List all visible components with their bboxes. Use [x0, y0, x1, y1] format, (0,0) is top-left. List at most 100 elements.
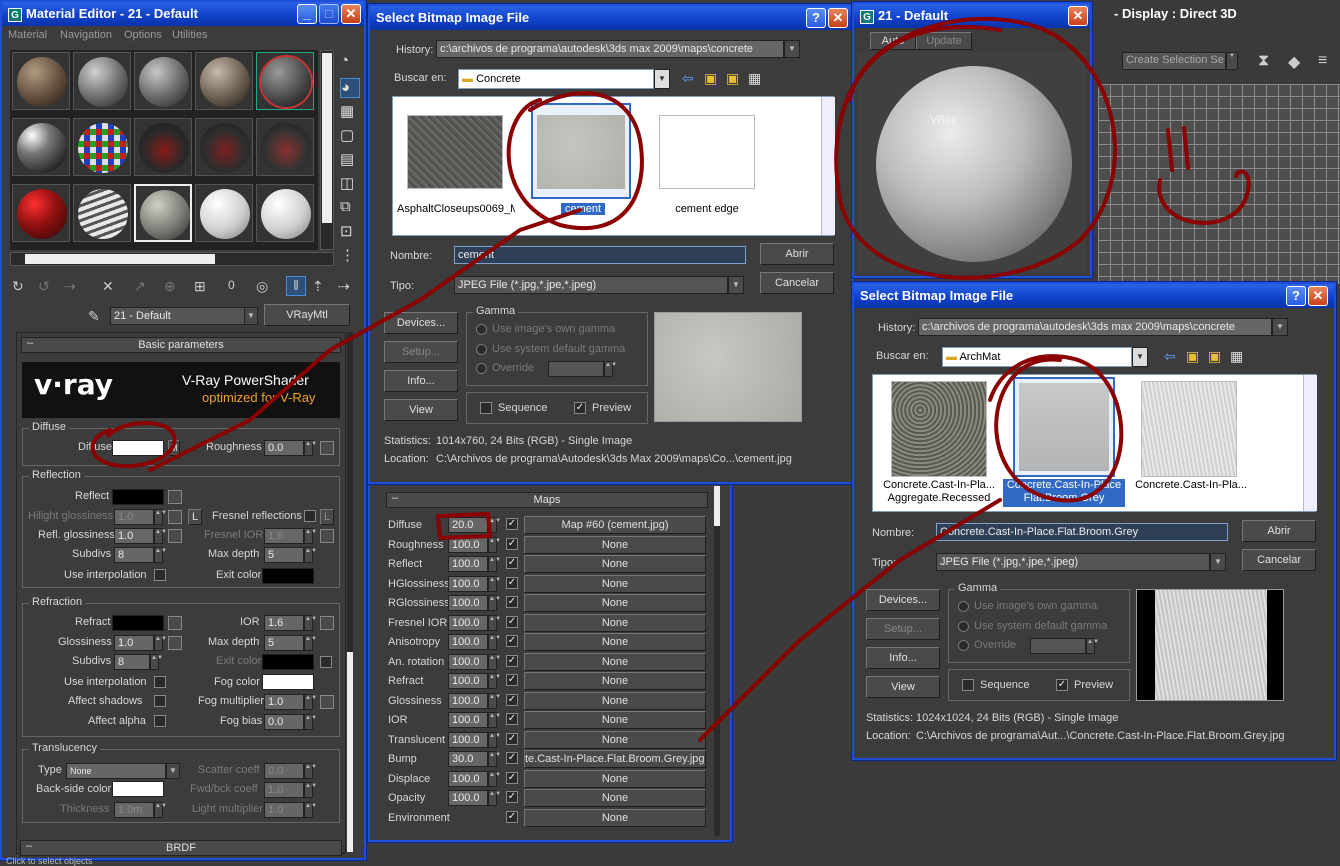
view-menu-icon[interactable]: ▦ — [1230, 348, 1243, 365]
fresnel-reflections-checkbox[interactable] — [304, 510, 316, 522]
map-row-checkbox[interactable]: ✓ — [506, 713, 518, 725]
menu-material[interactable]: Material — [8, 29, 47, 41]
dialog2-gamma-override-field[interactable] — [1030, 638, 1086, 654]
map-row-checkbox[interactable]: ✓ — [506, 615, 518, 628]
affect-alpha-checkbox[interactable] — [154, 715, 166, 727]
map-row-amount[interactable]: 100.0 — [448, 536, 488, 553]
file-thumb[interactable] — [1141, 381, 1237, 477]
fog-bias-spinner[interactable]: ▲▼ — [304, 714, 317, 730]
maps-rollout-title[interactable]: Maps — [386, 492, 708, 508]
sample-slot[interactable] — [12, 184, 70, 242]
dialog2-type-dropdown[interactable]: JPEG File (*.jpg,*.jpe,*.jpeg) — [936, 553, 1210, 571]
file-thumb-selected[interactable] — [531, 103, 631, 199]
reflect-color-swatch[interactable] — [112, 489, 164, 505]
dialog2-setup-button[interactable]: Setup... — [866, 618, 940, 640]
sample-slot[interactable] — [134, 52, 192, 110]
selection-set-dropdown[interactable]: Create Selection Se — [1122, 52, 1226, 70]
map-row-spinner[interactable]: ▲▼ — [488, 653, 501, 670]
refr-exit-color-swatch[interactable] — [262, 654, 314, 670]
refr-glossiness-field[interactable]: 1.0 — [114, 635, 154, 651]
map-row-slot-button[interactable]: None — [524, 652, 706, 671]
material-editor-titlebar[interactable]: G Material Editor - 21 - Default _ □ ✕ — [2, 2, 364, 26]
map-row-amount[interactable]: 100.0 — [448, 575, 488, 592]
map-row-checkbox[interactable]: ✓ — [506, 518, 518, 530]
dialog1-lookin-arrow-icon[interactable]: ▼ — [654, 69, 670, 89]
dialog2-preview-checkbox[interactable]: ✓ — [1056, 679, 1068, 691]
map-row-checkbox[interactable]: ✓ — [506, 752, 518, 764]
map-row-spinner[interactable]: ▲▼ — [488, 790, 501, 806]
ior-spinner[interactable]: ▲▼ — [304, 615, 317, 631]
selection-set-arrow-icon[interactable]: ▼ — [1226, 52, 1238, 70]
dialog1-devices-button[interactable]: Devices... — [384, 312, 458, 334]
fog-multiplier-map-button[interactable] — [320, 695, 334, 709]
fog-color-swatch[interactable] — [262, 674, 314, 690]
map-row-slot-button[interactable]: None — [524, 711, 706, 729]
map-row-spinner[interactable]: ▲▼ — [488, 595, 501, 611]
dialog1-titlebar[interactable]: Select Bitmap Image File ? ✕ — [370, 6, 852, 30]
dialog2-gamma-own-radio[interactable] — [958, 601, 969, 612]
map-row-slot-button[interactable]: None — [524, 672, 706, 690]
back-icon[interactable]: ⇦ — [1164, 348, 1176, 365]
map-row-checkbox[interactable]: ✓ — [506, 635, 518, 647]
get-material-icon[interactable]: ↻ — [12, 278, 24, 295]
map-row-amount[interactable]: 100.0 — [448, 692, 488, 709]
backlight-icon[interactable]: ◕ — [340, 78, 360, 98]
dialog2-info-button[interactable]: Info... — [866, 647, 940, 669]
sample-slot[interactable] — [195, 184, 253, 242]
dialog2-devices-button[interactable]: Devices... — [866, 589, 940, 611]
dialog2-history-arrow-icon[interactable]: ▼ — [1272, 318, 1288, 336]
map-row-checkbox[interactable]: ✓ — [506, 732, 518, 745]
map-row-slot-button[interactable]: None — [524, 789, 706, 807]
maps-scrollbar[interactable] — [714, 486, 720, 836]
pick-material-icon[interactable]: ✎ — [88, 308, 100, 325]
map-row-slot-button[interactable]: None — [524, 555, 706, 573]
reflect-map-button[interactable] — [168, 490, 182, 504]
menu-navigation[interactable]: Navigation — [60, 29, 112, 41]
sample-slot[interactable] — [256, 184, 314, 242]
dialog2-close-button[interactable]: ✕ — [1308, 286, 1328, 306]
map-row-amount[interactable]: 100.0 — [448, 770, 488, 787]
map-row-checkbox[interactable]: ✓ — [506, 654, 518, 667]
dialog2-lookin-arrow-icon[interactable]: ▼ — [1132, 347, 1148, 367]
dialog2-open-button[interactable]: Abrir — [1242, 520, 1316, 542]
map-row-amount[interactable]: 20.0 — [448, 517, 488, 533]
map-row-amount[interactable]: 100.0 — [448, 731, 488, 748]
map-row-checkbox[interactable]: ✓ — [506, 810, 518, 823]
fwd-bck-coeff-spinner[interactable]: ▲▼ — [304, 782, 317, 798]
map-row-checkbox[interactable]: ✓ — [506, 674, 518, 686]
map-row-spinner[interactable]: ▲▼ — [488, 575, 501, 592]
dialog1-type-dropdown[interactable]: JPEG File (*.jpg,*.jpe,*.jpeg) — [454, 276, 728, 294]
refract-color-swatch[interactable] — [112, 615, 164, 631]
map-row-slot-button[interactable]: Map #60 (cement.jpg) — [524, 516, 706, 534]
map-row-checkbox[interactable]: ✓ — [506, 791, 518, 803]
sample-type-icon[interactable]: ◔ — [340, 52, 360, 72]
thickness-spinner[interactable]: ▲▼ — [154, 802, 167, 818]
refr-glossiness-spinner[interactable]: ▲▼ — [154, 635, 167, 651]
map-row-amount[interactable]: 100.0 — [448, 712, 488, 728]
map-row-amount[interactable]: 100.0 — [448, 634, 488, 650]
material-name-dropdown[interactable]: 21 - Default — [110, 307, 246, 325]
minimize-button[interactable]: _ — [297, 4, 317, 24]
map-row-spinner[interactable]: ▲▼ — [488, 673, 501, 689]
map-row-slot-button[interactable]: None — [524, 769, 706, 788]
light-multiplier-spinner[interactable]: ▲▼ — [304, 802, 317, 818]
file-thumb-selected[interactable] — [1013, 377, 1115, 477]
map-row-slot-button[interactable]: None — [524, 730, 706, 749]
dialog2-name-input[interactable]: Concrete.Cast-In-Place.Flat.Broom.Grey — [936, 523, 1228, 541]
show-map-icon[interactable]: ◎ — [256, 278, 268, 295]
sample-slot[interactable] — [73, 52, 131, 110]
refl-exit-color-swatch[interactable] — [262, 568, 314, 584]
fwd-bck-coeff-field[interactable]: 1.0 — [264, 782, 304, 798]
fresnel-ior-spinner[interactable]: ▲▼ — [304, 528, 317, 544]
dialog2-gamma-override-spinner[interactable]: ▲▼ — [1086, 638, 1099, 654]
map-row-slot-button[interactable]: te.Cast-In-Place.Flat.Broom.Grey.jpg) — [524, 750, 706, 768]
map-row-amount[interactable]: 100.0 — [448, 673, 488, 689]
dialog2-help-button[interactable]: ? — [1286, 286, 1306, 306]
map-row-spinner[interactable]: ▲▼ — [488, 751, 501, 767]
file-name[interactable]: Concrete.Cast-In-Pla... — [1129, 479, 1253, 491]
material-name-arrow-icon[interactable]: ▼ — [244, 307, 258, 325]
translucency-type-arrow-icon[interactable]: ▼ — [166, 763, 180, 779]
go-parent-icon[interactable]: ⇡ — [312, 278, 324, 295]
map-row-amount[interactable]: 100.0 — [448, 653, 488, 670]
select-by-material-icon[interactable]: ⊡ — [340, 222, 360, 242]
